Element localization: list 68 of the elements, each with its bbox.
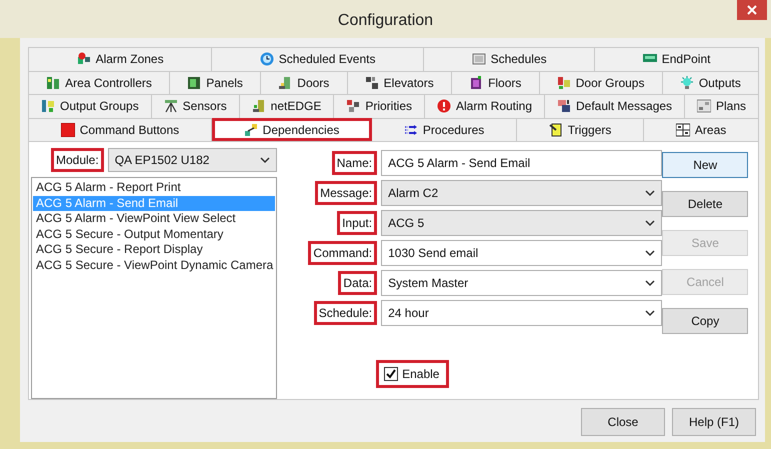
field-label: Schedule:: [314, 301, 378, 325]
dependency-list[interactable]: ACG 5 Alarm - Report Print ACG 5 Alarm - Send Email ACG 5 Alarm - ViewPoint View Select ACG 5 Secure - Output Momentary ACG 5 Secure - Report Display ACG 5 Secure - ViewPoint Dynamic Camera: [31, 177, 278, 399]
tab[interactable]: Plans: [685, 94, 760, 118]
dropdown[interactable]: ACG 5: [381, 210, 662, 236]
tab[interactable]: Command Buttons: [28, 118, 212, 141]
dialog-button[interactable]: Help (F1): [672, 408, 756, 436]
tab[interactable]: Outputs: [662, 70, 760, 94]
alert-icon: [437, 99, 451, 114]
chevron-icon: [645, 190, 656, 196]
tab[interactable]: Default Messages: [545, 94, 686, 118]
module-label: Module:: [51, 148, 104, 172]
chevron-icon: [260, 156, 270, 164]
text-field[interactable]: ACG 5 Alarm - Send Email: [381, 150, 662, 176]
field-label: Name:: [332, 151, 378, 175]
tab[interactable]: Schedules: [424, 47, 596, 70]
combo-box[interactable]: System Master: [381, 270, 662, 296]
chevron-icon: [645, 280, 656, 286]
chevron-icon: [645, 220, 656, 226]
floor-plan-icon: [697, 99, 712, 114]
close-button[interactable]: [737, 0, 767, 20]
sensor-icon: [164, 99, 178, 114]
tab[interactable]: Areas: [644, 118, 760, 141]
tab[interactable]: Alarm Routing: [425, 94, 546, 118]
list-item[interactable]: ACG 5 Alarm - ViewPoint View Select: [33, 211, 276, 226]
list-item[interactable]: ACG 5 Secure - Report Display: [33, 242, 276, 258]
action-button[interactable]: New: [662, 152, 748, 178]
areas-icon: [676, 122, 690, 137]
tab[interactable]: Door Groups: [540, 70, 663, 94]
window-title: Configuration: [338, 11, 434, 31]
field-label: Message:: [315, 181, 378, 205]
module-dropdown[interactable]: QA EP1502 U182: [108, 148, 278, 172]
close-icon: [747, 5, 757, 15]
list-item[interactable]: ACG 5 Secure - Output Momentary: [33, 226, 276, 242]
tab[interactable]: Triggers: [517, 118, 644, 141]
tab[interactable]: Elevators: [348, 70, 452, 94]
tab[interactable]: Floors: [452, 70, 540, 94]
action-button[interactable]: Copy: [662, 308, 748, 334]
tab[interactable]: Doors: [261, 70, 348, 94]
calendar-icon: [472, 52, 486, 66]
dialog-button[interactable]: Close: [581, 408, 665, 436]
field-label: Input:: [337, 211, 378, 235]
chevron-icon: [645, 250, 656, 256]
field-label: Command:: [308, 241, 378, 265]
checkbox[interactable]: [384, 367, 398, 381]
dropdown[interactable]: Alarm C2: [381, 180, 662, 206]
tab[interactable]: Scheduled Events: [212, 47, 424, 70]
tab[interactable]: Dependencies: [212, 118, 372, 141]
tab[interactable]: Output Groups: [28, 94, 152, 118]
list-item[interactable]: ACG 5 Alarm - Report Print: [33, 180, 276, 196]
tab[interactable]: Area Controllers: [28, 70, 170, 94]
tab[interactable]: Alarm Zones: [28, 47, 212, 70]
tab[interactable]: Procedures: [372, 118, 518, 141]
chevron-icon: [645, 310, 656, 316]
combo-box[interactable]: 1030 Send email: [381, 240, 662, 266]
action-button[interactable]: Delete: [662, 191, 748, 217]
tab[interactable]: Priorities: [334, 94, 426, 118]
list-item[interactable]: ACG 5 Secure - ViewPoint Dynamic Camera: [33, 258, 276, 273]
nodes-icon: [76, 52, 91, 66]
checkbox-label: Enable: [402, 366, 440, 383]
clock-icon: [260, 52, 274, 66]
tab[interactable]: Panels: [170, 70, 262, 94]
light-icon: [680, 76, 694, 90]
tab[interactable]: Sensors: [152, 94, 240, 118]
tab[interactable]: netEDGE: [240, 94, 334, 118]
combo-box[interactable]: 24 hour: [381, 300, 662, 326]
field-label: Data:: [338, 271, 378, 295]
panel-icon: [187, 76, 202, 90]
tab[interactable]: EndPoint: [595, 47, 760, 70]
